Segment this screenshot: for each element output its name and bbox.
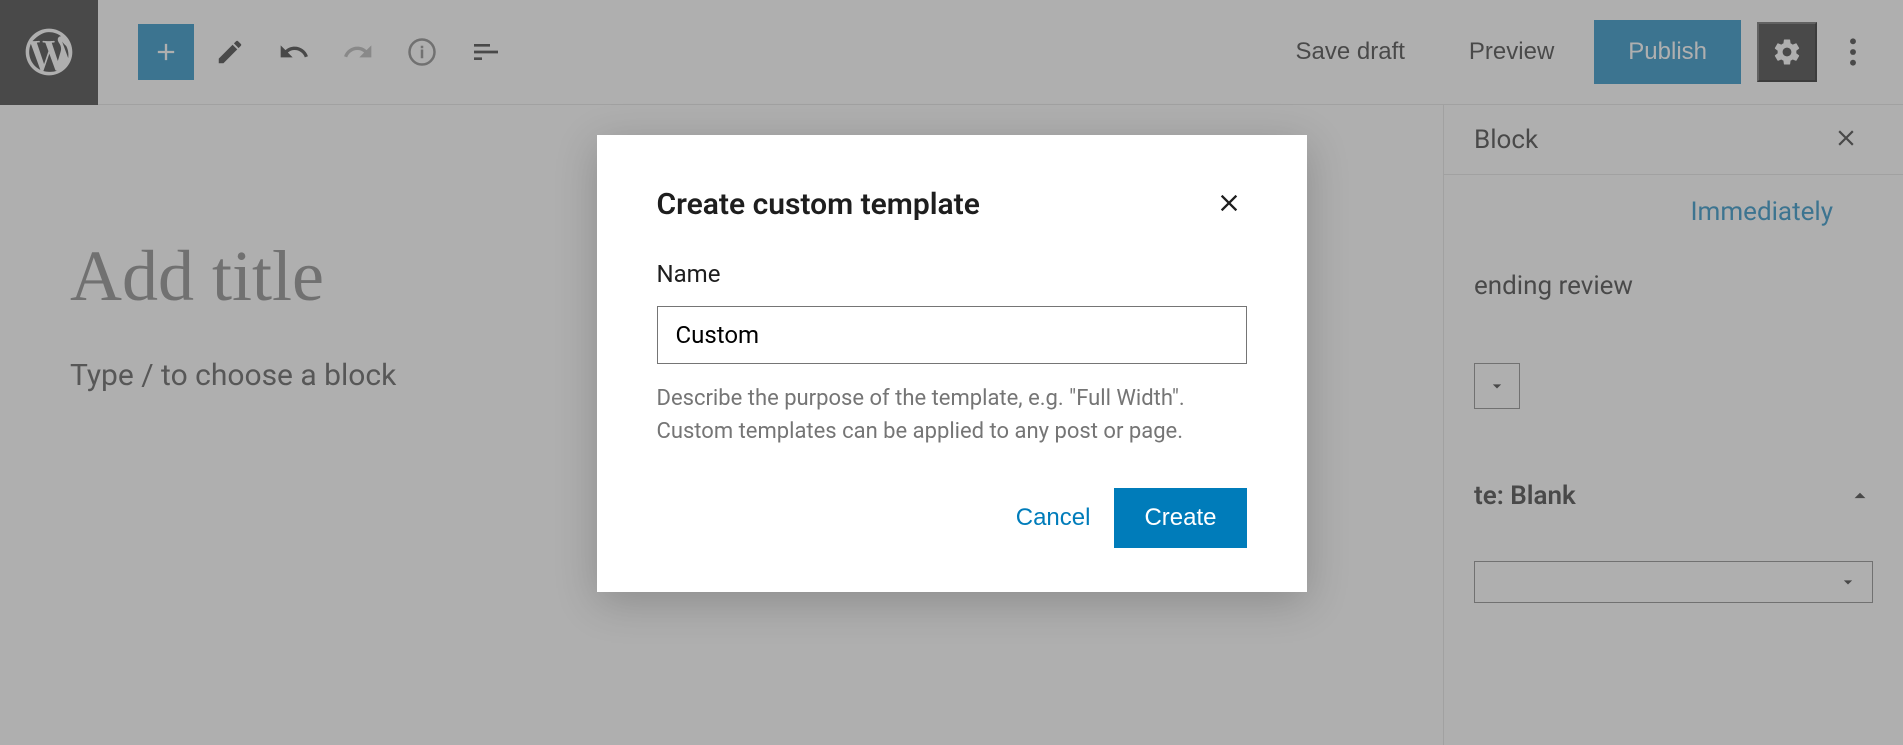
close-icon [1215,189,1243,217]
modal-actions: Cancel Create [657,488,1247,548]
name-label: Name [657,260,1247,288]
cancel-button[interactable]: Cancel [1016,504,1091,532]
create-button[interactable]: Create [1114,488,1246,548]
modal-title: Create custom template [657,187,980,222]
template-name-input[interactable] [657,306,1247,364]
modal-description: Describe the purpose of the template, e.… [657,382,1247,448]
modal-header: Create custom template [657,185,1247,224]
modal-close-button[interactable] [1211,185,1247,224]
create-template-modal: Create custom template Name Describe the… [597,135,1307,592]
